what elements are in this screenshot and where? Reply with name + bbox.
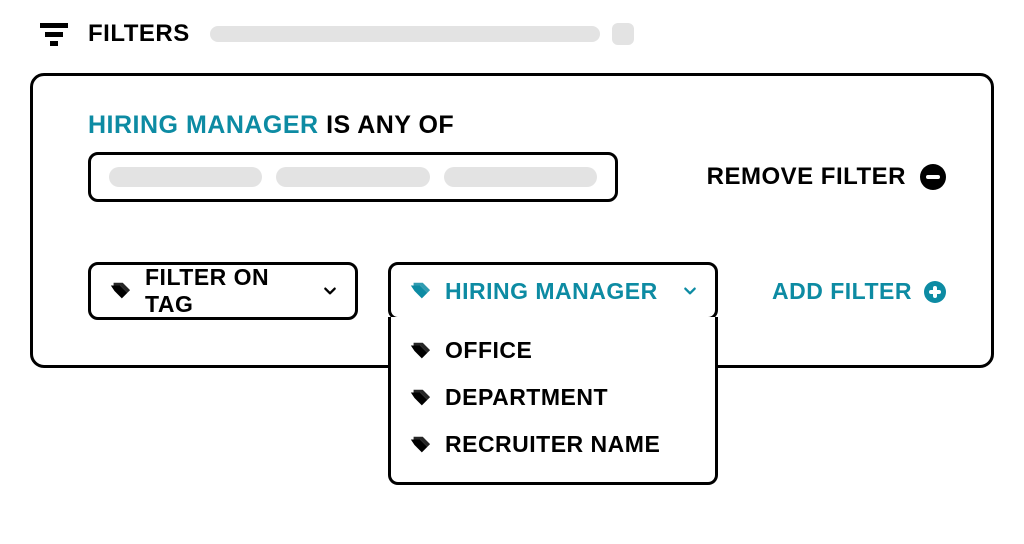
field-dropdown-wrapper: HIRING MANAGER OFFICE (388, 262, 718, 320)
tag-icon (409, 434, 431, 456)
tag-icon (409, 280, 431, 302)
chevron-down-icon (683, 284, 697, 298)
value-pill (276, 167, 429, 187)
add-filter-label: ADD FILTER (772, 278, 912, 305)
filters-header: FILTERS (30, 20, 994, 48)
filter-on-tag-label: FILTER ON TAG (145, 264, 309, 318)
tag-icon (109, 280, 131, 302)
filter-field-name: HIRING MANAGER (88, 111, 319, 139)
value-pill (109, 167, 262, 187)
field-dropdown[interactable]: HIRING MANAGER (388, 262, 718, 320)
filter-values-input[interactable] (88, 152, 618, 202)
filter-icon (40, 23, 68, 46)
tag-icon (409, 387, 431, 409)
filter-expression: HIRING MANAGER IS ANY OF (88, 111, 946, 140)
dropdown-option-department[interactable]: DEPARTMENT (391, 374, 715, 421)
dropdown-option-label: DEPARTMENT (445, 384, 608, 411)
filter-operator: IS ANY OF (326, 111, 454, 139)
filters-title: FILTERS (88, 20, 190, 48)
skeleton-placeholder (210, 23, 634, 45)
dropdown-option-recruiter-name[interactable]: RECRUITER NAME (391, 421, 715, 468)
chevron-down-icon (323, 284, 337, 298)
add-filter-button[interactable]: ADD FILTER (772, 262, 946, 305)
field-dropdown-menu: OFFICE DEPARTMENT RECRUITER NAME (388, 317, 718, 485)
plus-circle-icon (924, 281, 946, 303)
tag-icon (409, 340, 431, 362)
dropdown-option-office[interactable]: OFFICE (391, 327, 715, 374)
minus-circle-icon (920, 164, 946, 190)
dropdown-option-label: RECRUITER NAME (445, 431, 660, 458)
field-dropdown-selected: HIRING MANAGER (445, 278, 658, 305)
remove-filter-label: REMOVE FILTER (707, 163, 906, 191)
value-pill (444, 167, 597, 187)
remove-filter-button[interactable]: REMOVE FILTER (707, 163, 946, 191)
filter-on-tag-dropdown[interactable]: FILTER ON TAG (88, 262, 358, 320)
filter-card: HIRING MANAGER IS ANY OF REMOVE FILTER F (30, 73, 994, 368)
dropdown-option-label: OFFICE (445, 337, 532, 364)
